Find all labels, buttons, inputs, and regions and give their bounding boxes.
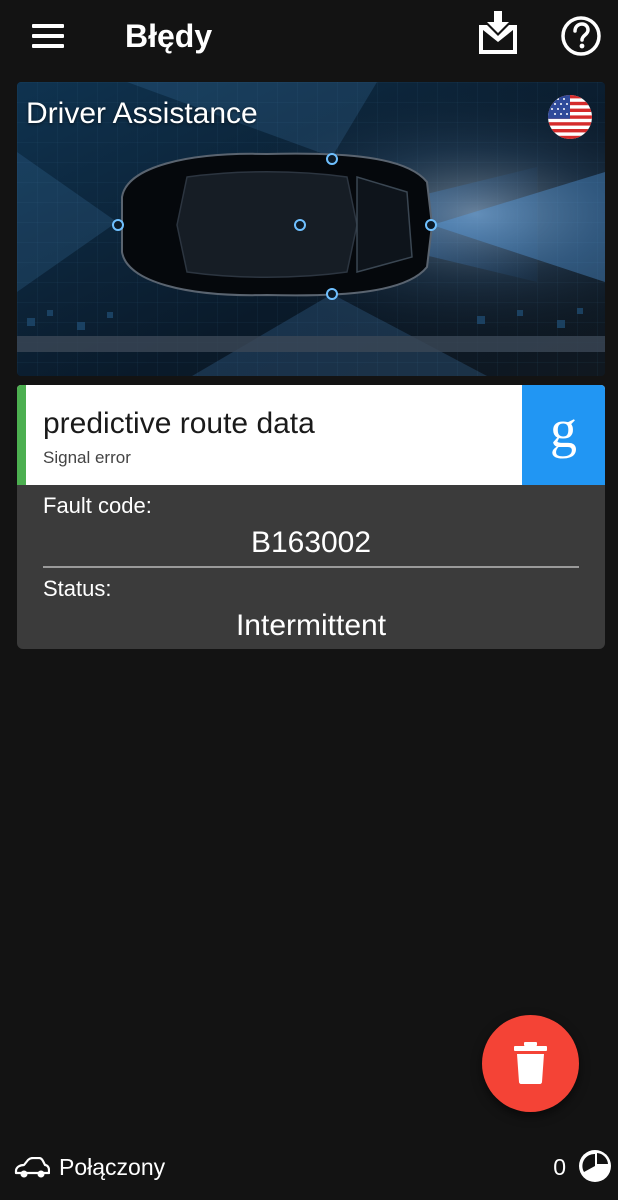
fault-code-label: Fault code: bbox=[43, 493, 152, 518]
app-root: Błędy Driver Assistance predictive route… bbox=[0, 0, 618, 1200]
status-value: Intermittent bbox=[235, 609, 387, 642]
trash-icon bbox=[514, 1042, 547, 1084]
status-label: Status: bbox=[43, 576, 112, 601]
fault-counter: 0 bbox=[553, 1154, 566, 1180]
category-banner: Driver Assistance bbox=[17, 82, 605, 376]
page-title: Błędy bbox=[125, 18, 213, 54]
severity-indicator bbox=[17, 385, 26, 485]
fault-card-header[interactable]: predictive route data Signal error g bbox=[17, 385, 605, 485]
top-app-bar: Błędy bbox=[0, 0, 618, 72]
inbox-download-icon bbox=[479, 11, 517, 54]
car-icon bbox=[14, 1157, 50, 1178]
pie-chart-icon[interactable] bbox=[577, 1148, 613, 1184]
hamburger-menu-icon bbox=[32, 24, 64, 28]
fault-name: predictive route data bbox=[43, 407, 315, 440]
google-search-button[interactable]: g bbox=[522, 385, 605, 485]
language-flag-button[interactable] bbox=[548, 95, 592, 139]
menu-button[interactable] bbox=[22, 14, 74, 58]
fault-description: Signal error bbox=[43, 448, 131, 467]
us-flag-icon bbox=[548, 95, 592, 139]
delete-faults-button[interactable] bbox=[482, 1015, 579, 1112]
connection-status: Połączony bbox=[59, 1154, 166, 1180]
fault-details: Fault code: B163002 Status: Intermittent bbox=[17, 485, 605, 649]
fault-code-value: B163002 bbox=[250, 526, 372, 559]
banner-title: Driver Assistance bbox=[26, 97, 258, 130]
download-button[interactable] bbox=[472, 8, 524, 60]
google-g-icon: g bbox=[550, 399, 577, 459]
details-divider bbox=[43, 566, 579, 568]
status-bar: Połączony 0 bbox=[0, 1140, 618, 1200]
help-button[interactable] bbox=[558, 13, 604, 59]
help-circle-icon bbox=[561, 16, 601, 56]
